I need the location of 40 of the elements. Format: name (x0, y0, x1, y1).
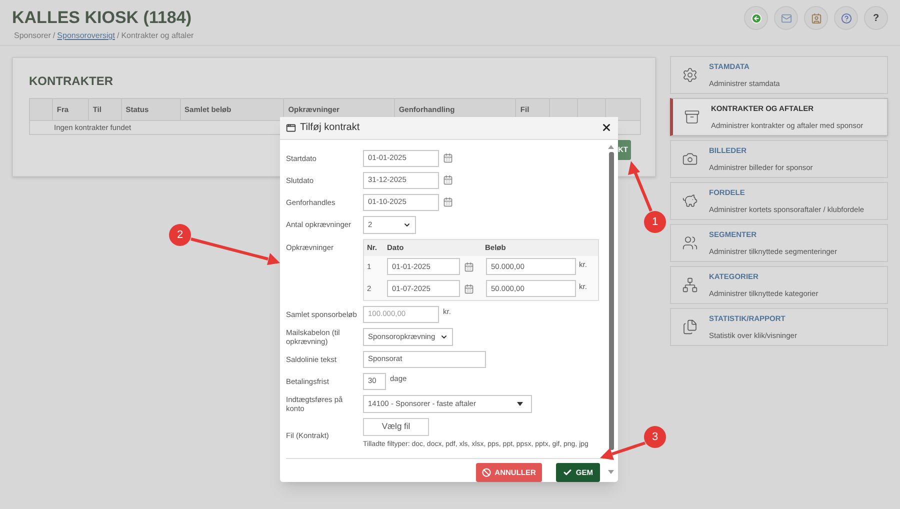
camera-icon (682, 151, 698, 167)
checkmark-icon (562, 468, 572, 477)
breadcrumb-link[interactable]: Sponsoroversigt (57, 30, 115, 42)
breadcrumb-item: Sponsorer (14, 30, 51, 42)
piggy-bank-icon (682, 193, 698, 209)
envelope-icon (780, 12, 792, 24)
contact-card-icon (810, 12, 822, 24)
window-icon (286, 122, 296, 133)
calendar-icon[interactable] (443, 153, 453, 163)
arrow (600, 442, 646, 460)
documents-icon (682, 319, 698, 335)
calendar-icon[interactable] (443, 197, 453, 207)
people-icon (682, 235, 698, 251)
breadcrumb-separator: / (116, 30, 120, 42)
step-number-badge: 1 (644, 211, 666, 233)
close-icon[interactable] (601, 122, 612, 134)
chevron-down-icon (403, 220, 411, 228)
section-title: KONTRAKTER (29, 73, 114, 90)
archive-box-icon (684, 109, 700, 125)
choose-file-button[interactable]: Vælg fil (363, 418, 429, 436)
hierarchy-icon (682, 277, 698, 293)
arrow (628, 161, 652, 212)
step-number-badge: 3 (644, 426, 666, 448)
calendar-icon[interactable] (464, 284, 474, 294)
mail-button[interactable] (774, 6, 798, 30)
breadcrumb-separator: / (52, 30, 56, 42)
page-title: KALLES KIOSK (1184) (12, 7, 192, 29)
help-icon (840, 12, 852, 24)
back-button[interactable] (744, 6, 768, 30)
calendar-icon[interactable] (464, 262, 474, 272)
dialog-title: Tilføj kontrakt (300, 121, 360, 136)
step-number-badge: 2 (169, 224, 191, 246)
contacts-button[interactable] (804, 6, 828, 30)
calendar-icon[interactable] (443, 175, 453, 185)
help-button[interactable] (834, 6, 858, 30)
gear-icon (682, 67, 698, 83)
chevron-down-icon (440, 332, 448, 340)
breadcrumb-item: Kontrakter og aftaler (121, 30, 194, 42)
help-button[interactable]: ? (864, 6, 888, 30)
cancel-icon (482, 468, 491, 477)
